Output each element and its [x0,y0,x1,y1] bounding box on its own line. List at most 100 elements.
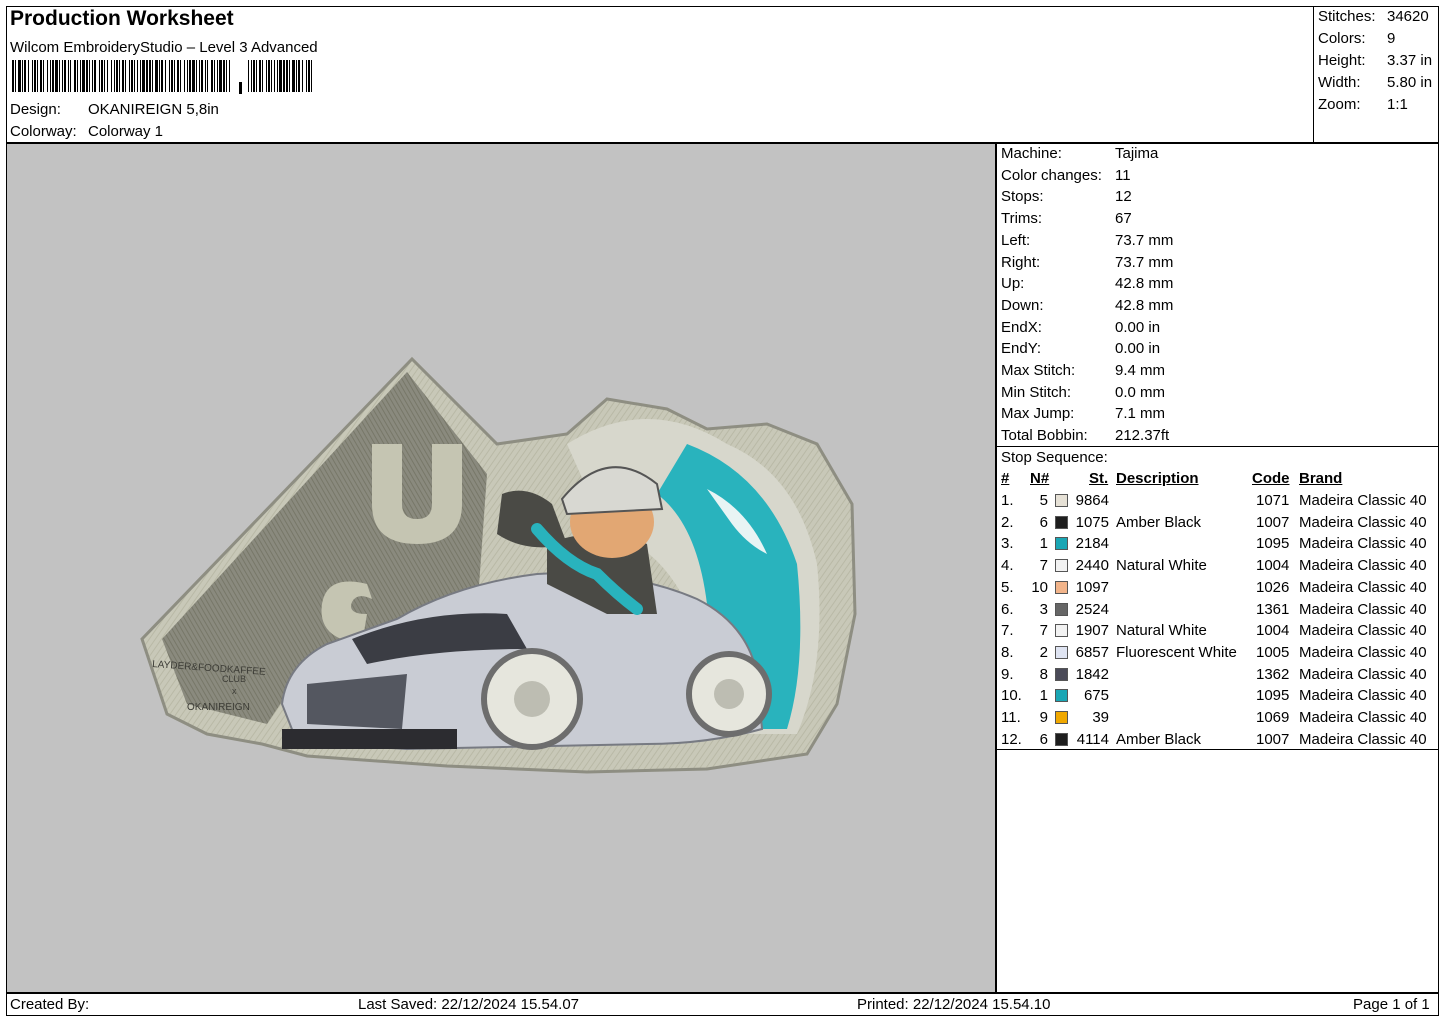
row-stitches: 1907 [1075,622,1109,640]
barcode-bar [302,60,303,92]
barcode-bar [223,60,225,92]
barcode-bar [177,60,179,92]
row-stitches: 6857 [1075,643,1109,661]
barcode-bar [214,60,215,92]
row-brand: Madeira Classic 40 [1299,535,1427,553]
barcode-bar [256,60,257,92]
machine-info-label: Machine: [1001,145,1062,162]
barcode-bar [146,60,148,92]
col-stitches-header: St. [1089,470,1109,487]
barcode-bar [262,60,263,92]
barcode-bar [129,60,130,92]
machine-info-value: 9.4 mm [1115,362,1166,379]
barcode-bar [111,60,112,92]
stop-sequence-title: Stop Sequence: [1001,449,1108,466]
barcode-bar [32,60,33,92]
barcode-bar [55,60,58,92]
row-brand: Madeira Classic 40 [1299,622,1427,640]
barcode-bar [174,60,175,92]
barcode-bar [59,60,60,92]
barcode-bar [271,60,272,92]
barcode-bar [15,60,16,92]
stat-value: 1:1 [1387,96,1408,113]
row-brand: Madeira Classic 40 [1299,665,1427,683]
colorway-value: Colorway 1 [88,123,164,140]
machine-info-value: 212.37ft [1115,427,1170,445]
row-description: Amber Black [1116,513,1202,531]
barcode-bar [266,60,267,92]
row-index: 3. [1001,535,1014,553]
barcode-bar [161,60,163,92]
machine-info-label: Total Bobbin: [1001,427,1088,445]
barcode-bar [74,60,76,92]
barcode-bar [189,60,191,92]
barcode-bar [169,60,170,92]
machine-info-label: EndY: [1001,340,1042,358]
row-stitches: 1075 [1075,513,1109,531]
barcode-bar [80,60,81,92]
barcode-bar [140,60,141,92]
machine-info-value: 73.7 mm [1115,231,1174,249]
page-number: Page 1 of 1 [1353,996,1430,1013]
stat-label: Height: [1318,52,1366,69]
barcode-bar [92,60,93,92]
embroidery-preview-image: LAYDER&FOODKAFFEE CLUB x OKANIREIGN [140,356,857,774]
row-stitches: 9864 [1075,492,1109,509]
colorway-label: Colorway: [10,123,77,140]
color-swatch [1055,711,1068,724]
color-swatch [1055,667,1068,681]
barcode-bar [28,60,29,92]
barcode-bar [248,60,249,92]
row-code: 1069 [1256,709,1290,726]
barcode-bar [165,60,166,92]
barcode-bar [187,60,188,92]
machine-info-label: EndX: [1001,318,1042,336]
color-swatch [1055,494,1068,507]
barcode-bar [125,60,126,92]
barcode-bar [184,60,185,92]
barcode-bar [211,60,213,92]
color-swatch [1055,559,1068,573]
barcode-bar [226,60,227,92]
row-index: 10. [1001,687,1022,705]
row-code: 1362 [1256,665,1290,683]
row-index: 1. [1001,492,1014,509]
row-needle: 6 [1039,513,1048,531]
barcode-bar [159,60,160,92]
stat-label: Width: [1318,74,1361,91]
design-preview: LAYDER&FOODKAFFEE CLUB x OKANIREIGN [6,143,996,993]
machine-info-label: Trims: [1001,210,1043,228]
barcode-bar [70,60,71,92]
machine-info-value: 12 [1115,188,1132,206]
barcode-bar [107,60,108,92]
col-needle-header: N# [1030,470,1050,487]
barcode-bar [68,60,69,92]
barcode-bar [217,60,218,92]
created-by: Created By: [10,996,90,1013]
barcode-bar [180,60,181,92]
row-needle: 7 [1039,622,1048,640]
barcode-bar [119,60,120,92]
row-brand: Madeira Classic 40 [1299,730,1427,748]
barcode-bar [192,60,195,92]
stat-value: 5.80 in [1387,74,1433,91]
barcode [12,60,312,94]
barcode-bar [171,60,173,92]
machine-info-value: 42.8 mm [1115,275,1174,293]
row-code: 1004 [1256,622,1290,640]
last-saved: Last Saved: 22/12/2024 15.54.07 [358,996,580,1013]
row-code: 1026 [1256,578,1290,596]
barcode-bar [205,60,206,92]
color-swatch [1055,732,1068,746]
row-code: 1361 [1256,600,1290,618]
barcode-bar [94,60,96,92]
stat-value: 9 [1387,30,1396,47]
barcode-bar [152,60,153,92]
row-needle: 9 [1039,709,1048,726]
machine-info-label: Left: [1001,231,1031,249]
barcode-bar [201,60,203,92]
barcode-bar [122,60,124,92]
barcode-bar [277,60,278,92]
barcode-bar [155,60,158,92]
barcode-bar [24,60,26,92]
